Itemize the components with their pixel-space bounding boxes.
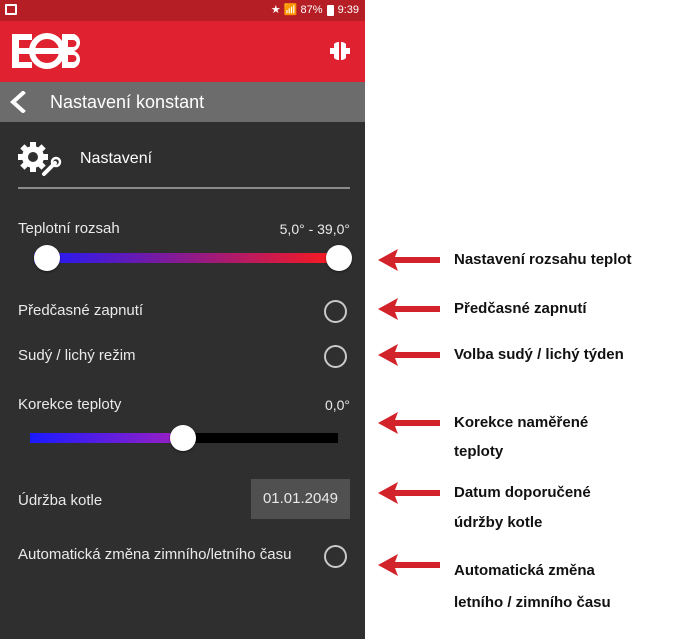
annotation-maintenance-line1: Datum doporučené <box>454 484 591 501</box>
title-bar: Nastavení konstant <box>0 82 365 122</box>
odd-even-label: Sudý / lichý režim <box>18 347 136 364</box>
annotation-arrow-maintenance <box>378 482 440 504</box>
temp-correction-value: 0,0° <box>324 397 350 413</box>
temp-correction-slider-track[interactable] <box>185 433 338 443</box>
settings-section-header: Nastavení <box>0 122 365 194</box>
section-divider <box>18 187 350 189</box>
phone-screen: ★ 📶 87% 9:39 Nastavení konstant Nastaven… <box>0 0 365 639</box>
early-start-label: Předčasné zapnutí <box>18 302 144 319</box>
annotation-temp-range: Nastavení rozsahu teplot <box>454 251 632 268</box>
battery-icon <box>326 4 334 16</box>
temp-correction-label: Korekce teploty <box>18 396 122 413</box>
temp-correction-thumb[interactable] <box>170 425 196 451</box>
status-icons: ★ 📶 87% 9:39 <box>271 3 359 17</box>
section-title: Nastavení <box>80 150 153 167</box>
status-icons-text: ★ 📶 87% <box>270 4 323 16</box>
boiler-maintenance-label: Údržba kotle <box>18 492 103 509</box>
temp-range-value: 5,0° - 39,0° <box>279 221 350 237</box>
dst-change-label: Automatická změna zimního/letního času <box>18 546 292 563</box>
maintenance-date-field[interactable]: 01.01.2049 <box>251 479 350 519</box>
annotation-odd-even: Volba sudý / lichý týden <box>454 346 624 363</box>
annotation-arrow-temp-correction <box>378 412 440 434</box>
temp-range-label: Teplotní rozsah <box>18 220 120 237</box>
eob-logo <box>12 33 81 69</box>
odd-even-toggle[interactable] <box>324 345 347 368</box>
back-arrow-icon[interactable] <box>8 91 28 113</box>
annotation-arrow-temp-range <box>378 249 440 271</box>
early-start-toggle[interactable] <box>324 300 347 323</box>
annotation-maintenance-line2: údržby kotle <box>454 514 543 531</box>
plug-icon[interactable] <box>327 39 353 63</box>
dst-change-toggle[interactable] <box>324 545 347 568</box>
gallery-notification-icon <box>5 4 17 15</box>
annotation-temp-correction-line1: Korekce naměřené <box>454 414 589 431</box>
annotation-dst-line2: letního / zimního času <box>454 594 611 611</box>
temp-correction-slider-fill[interactable] <box>30 433 185 443</box>
annotation-arrow-dst <box>378 554 440 576</box>
annotation-dst-line1: Automatická změna <box>454 562 595 579</box>
gear-wrench-icon <box>18 142 62 176</box>
page-title: Nastavení konstant <box>50 92 205 112</box>
annotation-arrow-odd-even <box>378 344 440 366</box>
annotation-arrow-early-start <box>378 298 440 320</box>
app-bar <box>0 21 365 82</box>
status-bar: ★ 📶 87% 9:39 <box>0 0 365 21</box>
temp-range-max-thumb[interactable] <box>326 245 352 271</box>
temp-range-min-thumb[interactable] <box>34 245 60 271</box>
status-clock: 9:39 <box>337 4 359 16</box>
annotation-early-start: Předčasné zapnutí <box>454 300 587 317</box>
temp-range-slider-track[interactable] <box>34 253 340 263</box>
annotation-temp-correction-line2: teploty <box>454 443 504 460</box>
